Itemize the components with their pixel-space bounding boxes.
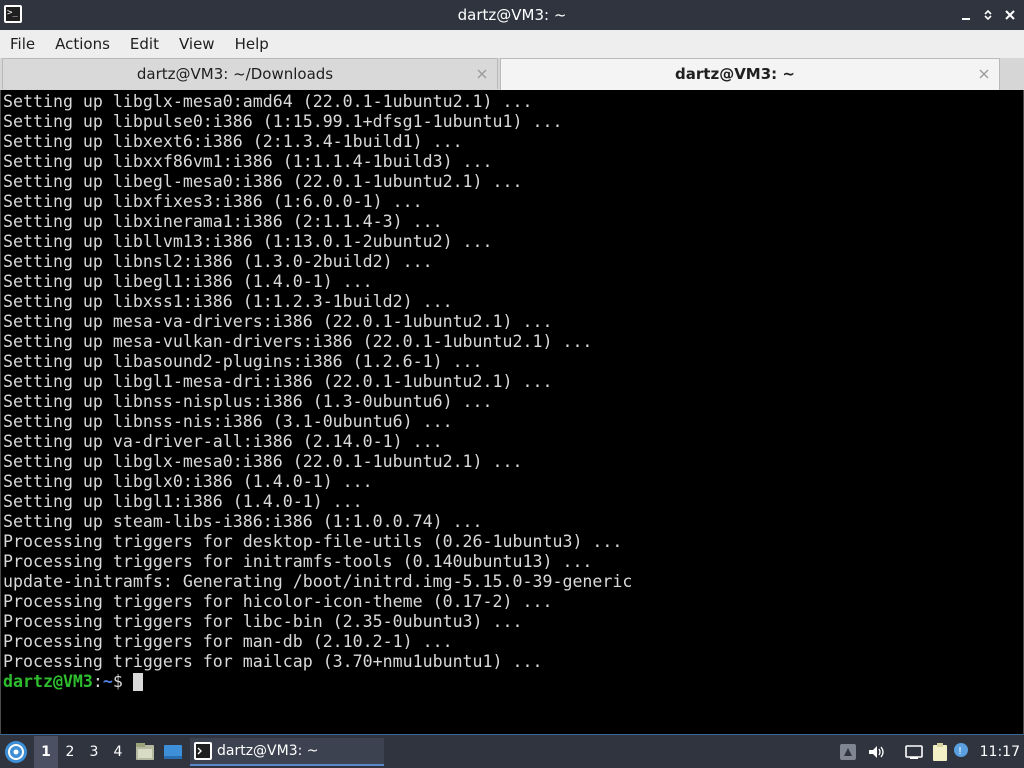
terminal-line: Setting up libxxf86vm1:i386 (1:1.1.4-1bu… [3, 152, 493, 171]
terminal-line: Processing triggers for libc-bin (2.35-0… [3, 612, 523, 631]
workspace-2[interactable]: 2 [58, 736, 82, 768]
tab-bar: dartz@VM3: ~/Downloads dartz@VM3: ~ [0, 58, 1024, 91]
workspace-1[interactable]: 1 [34, 736, 58, 768]
terminal-line: Setting up libegl1:i386 (1.4.0-1) ... [3, 272, 373, 291]
terminal-line: Setting up libegl-mesa0:i386 (22.0.1-1ub… [3, 172, 523, 191]
window-title: dartz@VM3: ~ [457, 6, 567, 24]
terminal-line: Setting up mesa-va-drivers:i386 (22.0.1-… [3, 312, 553, 331]
tab-label: dartz@VM3: ~/Downloads [136, 65, 334, 83]
maximize-icon[interactable] [980, 7, 996, 23]
menu-help[interactable]: Help [225, 30, 279, 58]
terminal-prompt[interactable]: dartz@VM3: ~ $ [3, 672, 632, 692]
clock[interactable]: 11:17 [980, 744, 1020, 760]
terminal-line: Processing triggers for mailcap (3.70+nm… [3, 652, 543, 671]
terminal-line: Setting up libxinerama1:i386 (2:1.1.4-3)… [3, 212, 443, 231]
terminal-line: Setting up libxss1:i386 (1:1.2.3-1build2… [3, 292, 453, 311]
terminal-line: Setting up libnsl2:i386 (1.3.0-2build2) … [3, 252, 433, 271]
terminal-line: Setting up libllvm13:i386 (1:13.0.1-2ubu… [3, 232, 493, 251]
task-label: dartz@VM3: ~ [217, 743, 319, 759]
terminal-line: Setting up libpulse0:i386 (1:15.99.1+dfs… [3, 112, 563, 131]
terminal-line: Setting up libnss-nis:i386 (3.1-0ubuntu6… [3, 412, 453, 431]
terminal-lines: Setting up libglx-mesa0:amd64 (22.0.1-1u… [3, 92, 632, 692]
tab-close-icon[interactable] [977, 66, 991, 80]
terminal-line: update-initramfs: Generating /boot/initr… [3, 572, 633, 591]
tab-home[interactable]: dartz@VM3: ~ [500, 58, 1000, 90]
terminal-line: Processing triggers for hicolor-icon-the… [3, 592, 553, 611]
taskbar: 1 2 3 4 dartz@VM3: ~ ! 11:17 [0, 736, 1024, 768]
terminal-line: Setting up libnss-nisplus:i386 (1.3-0ubu… [3, 392, 493, 411]
tab-label: dartz@VM3: ~ [675, 65, 795, 83]
close-icon[interactable] [1002, 7, 1018, 23]
prompt-symbol: $ [112, 672, 123, 691]
workspace-4[interactable]: 4 [106, 736, 130, 768]
terminal-icon [194, 742, 212, 760]
terminal-line: Setting up libgl1:i386 (1.4.0-1) ... [3, 492, 363, 511]
terminal-line: Setting up libglx0:i386 (1.4.0-1) ... [3, 472, 373, 491]
terminal-line: Setting up mesa-vulkan-drivers:i386 (22.… [3, 332, 593, 351]
file-manager-icon[interactable] [134, 741, 156, 763]
menu-view[interactable]: View [169, 30, 225, 58]
clipboard-icon[interactable] [930, 742, 950, 762]
menu-file[interactable]: File [0, 30, 45, 58]
menubar: File Actions Edit View Help [0, 30, 1024, 59]
workspace-3[interactable]: 3 [82, 736, 106, 768]
lubuntu-menu-icon[interactable] [4, 740, 28, 764]
terminal-output[interactable]: Setting up libglx-mesa0:amd64 (22.0.1-1u… [0, 90, 1024, 735]
workspace-switcher: 1 2 3 4 [34, 736, 130, 768]
terminal-line: Processing triggers for initramfs-tools … [3, 552, 593, 571]
tab-close-icon[interactable] [475, 66, 489, 80]
tray-app-icon[interactable] [838, 742, 858, 762]
terminal-line: Setting up libasound2-plugins:i386 (1.2.… [3, 352, 483, 371]
text-cursor [132, 673, 143, 691]
terminal-line: Setting up steam-libs-i386:i386 (1:1.0.0… [3, 512, 483, 531]
volume-icon[interactable] [866, 742, 886, 762]
terminal-line: Processing triggers for man-db (2.10.2-1… [3, 632, 453, 651]
minimize-icon[interactable] [958, 7, 974, 23]
menu-edit[interactable]: Edit [120, 30, 169, 58]
terminal-line: Setting up libxfixes3:i386 (1:6.0.0-1) .… [3, 192, 423, 211]
prompt-path: ~ [102, 672, 113, 691]
menu-actions[interactable]: Actions [45, 30, 120, 58]
prompt-user-host: dartz@VM3 [3, 672, 93, 691]
tab-downloads[interactable]: dartz@VM3: ~/Downloads [2, 58, 498, 89]
network-icon[interactable] [904, 742, 924, 762]
terminal-line: Setting up libglx-mesa0:amd64 (22.0.1-1u… [3, 92, 533, 111]
terminal-line: Setting up va-driver-all:i386 (2.14.0-1)… [3, 432, 443, 451]
svg-text:!: ! [958, 746, 962, 757]
terminal-line: Setting up libxext6:i386 (2:1.3.4-1build… [3, 132, 463, 151]
show-desktop-icon[interactable] [162, 741, 184, 763]
update-notifier-icon[interactable]: ! [952, 742, 972, 762]
terminal-line: Setting up libgl1-mesa-dri:i386 (22.0.1-… [3, 372, 553, 391]
taskbar-task-terminal[interactable]: dartz@VM3: ~ [190, 738, 384, 766]
window-titlebar: >_ dartz@VM3: ~ [0, 0, 1024, 30]
terminal-line: Setting up libglx-mesa0:i386 (22.0.1-1ub… [3, 452, 523, 471]
terminal-line: Processing triggers for desktop-file-uti… [3, 532, 623, 551]
prompt-colon: : [92, 672, 103, 691]
